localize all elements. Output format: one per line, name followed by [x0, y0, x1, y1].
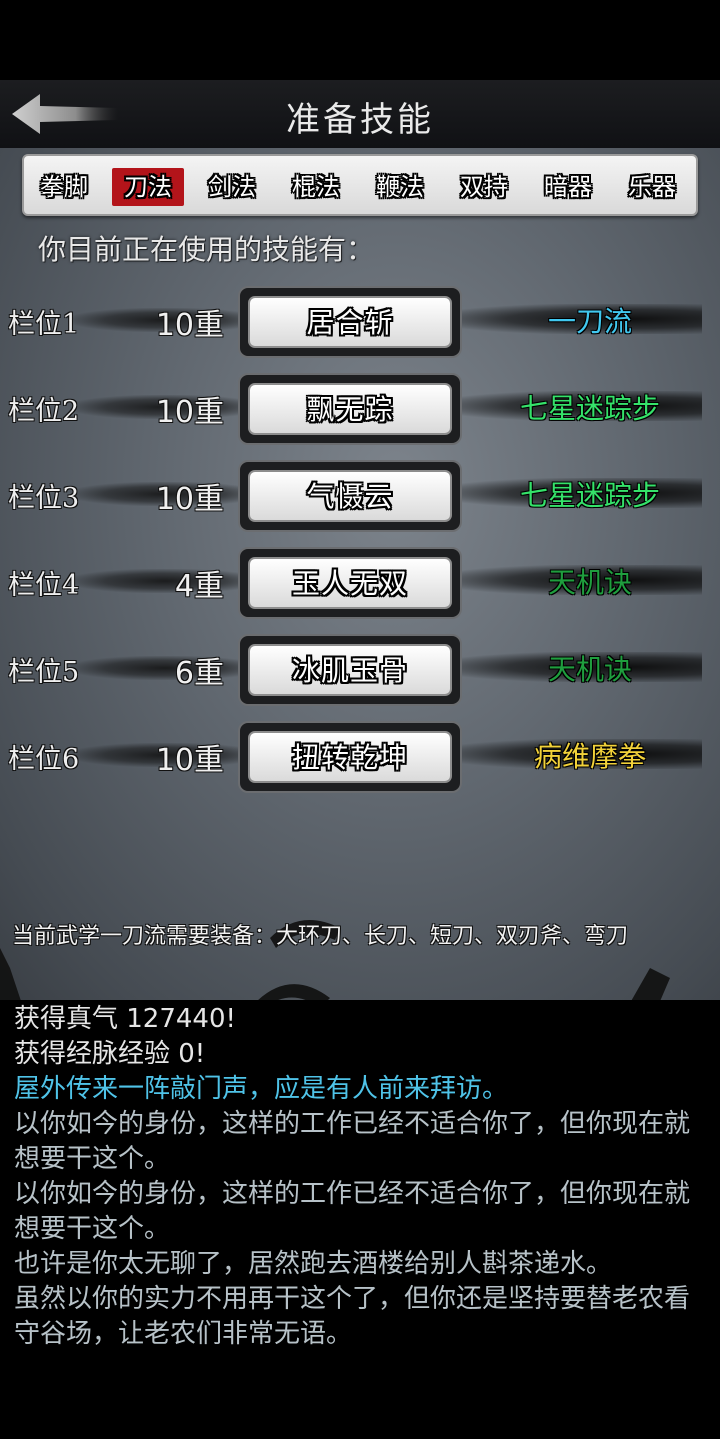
skill-slot-row: 栏位1 10重 居合斩 一刀流: [0, 286, 720, 360]
tab-shuangchi[interactable]: 双持: [448, 168, 520, 206]
martial-art-name[interactable]: 天机诀: [470, 561, 710, 601]
martial-art-name[interactable]: 天机诀: [470, 648, 710, 688]
skill-slot-row: 栏位3 10重 气慑云 七星迷踪步: [0, 460, 720, 534]
martial-art-name[interactable]: 七星迷踪步: [470, 387, 710, 427]
weapon-category-tabs: 拳脚 刀法 剑法 棍法 鞭法 双持 暗器 乐器: [22, 154, 698, 216]
slot-level: 10重: [155, 482, 224, 517]
skill-button[interactable]: 居合斩: [238, 286, 462, 358]
martial-art-name[interactable]: 七星迷踪步: [470, 474, 710, 514]
log-line: 获得真气 127440!: [14, 1004, 236, 1034]
log-line: 虽然以你的实力不用再干这个了，但你还是坚持要替老农看守谷场，让老农们非常无语。: [14, 1284, 691, 1349]
log-line: 屋外传来一阵敲门声，应是有人前来拜访。: [14, 1074, 509, 1104]
slot-label: 栏位3: [8, 483, 80, 514]
skill-name: 飘无踪: [306, 393, 394, 426]
skill-name: 冰肌玉骨: [291, 654, 408, 687]
skill-slot-row: 栏位5 6重 冰肌玉骨 天机诀: [0, 634, 720, 708]
tab-yueqi[interactable]: 乐器: [616, 168, 688, 206]
equipment-requirement-text: 当前武学一刀流需要装备：大环刀、长刀、短刀、双刃斧、弯刀: [12, 924, 629, 949]
skill-slot-row: 栏位6 10重 扭转乾坤 病维摩拳: [0, 721, 720, 795]
skill-button[interactable]: 飘无踪: [238, 373, 462, 445]
log-line: 获得经脉经验 0!: [14, 1039, 206, 1069]
skill-name: 气慑云: [306, 480, 394, 513]
tab-anqi[interactable]: 暗器: [532, 168, 604, 206]
main-panel: 拳脚 刀法 剑法 棍法 鞭法 双持 暗器 乐器 你目前正在使用的技能有： 栏位1…: [0, 148, 720, 1000]
skill-slot-row: 栏位4 4重 玉人无双 天机诀: [0, 547, 720, 621]
skill-button[interactable]: 气慑云: [238, 460, 462, 532]
slot-level: 4重: [174, 569, 224, 604]
tab-daofa[interactable]: 刀法: [112, 168, 184, 206]
skill-name: 扭转乾坤: [291, 741, 408, 774]
martial-art-name[interactable]: 病维摩拳: [470, 735, 710, 775]
tab-quanjiao[interactable]: 拳脚: [28, 168, 100, 206]
tab-jianfa[interactable]: 剑法: [196, 168, 268, 206]
martial-art-name[interactable]: 一刀流: [470, 300, 710, 340]
message-log: 获得真气 127440! 获得经脉经验 0! 屋外传来一阵敲门声，应是有人前来拜…: [0, 1000, 720, 1439]
slot-label: 栏位2: [8, 396, 80, 427]
status-bar: [0, 0, 720, 80]
slot-level: 10重: [155, 308, 224, 343]
slot-label: 栏位4: [8, 570, 80, 601]
slot-label: 栏位6: [8, 744, 80, 775]
skill-button[interactable]: 扭转乾坤: [238, 721, 462, 793]
slot-level: 6重: [174, 656, 224, 691]
log-line: 以你如今的身份，这样的工作已经不适合你了，但你现在就想要干这个。: [14, 1179, 691, 1244]
log-line: 以你如今的身份，这样的工作已经不适合你了，但你现在就想要干这个。: [14, 1109, 691, 1174]
slot-label: 栏位5: [8, 657, 80, 688]
skill-button[interactable]: 玉人无双: [238, 547, 462, 619]
page-title: 准备技能: [286, 100, 434, 140]
skill-slot-row: 栏位2 10重 飘无踪 七星迷踪步: [0, 373, 720, 447]
tab-bianfa[interactable]: 鞭法: [364, 168, 436, 206]
log-line: 也许是你太无聊了，居然跑去酒楼给别人斟茶递水。: [14, 1249, 613, 1279]
slot-label: 栏位1: [8, 309, 80, 340]
slot-level: 10重: [155, 395, 224, 430]
slot-level: 10重: [155, 743, 224, 778]
skill-name: 玉人无双: [291, 567, 408, 600]
tab-gunfa[interactable]: 棍法: [280, 168, 352, 206]
skill-name: 居合斩: [306, 306, 394, 339]
section-label: 你目前正在使用的技能有：: [38, 233, 375, 266]
skill-button[interactable]: 冰肌玉骨: [238, 634, 462, 706]
header-bar: 准备技能: [0, 80, 720, 148]
